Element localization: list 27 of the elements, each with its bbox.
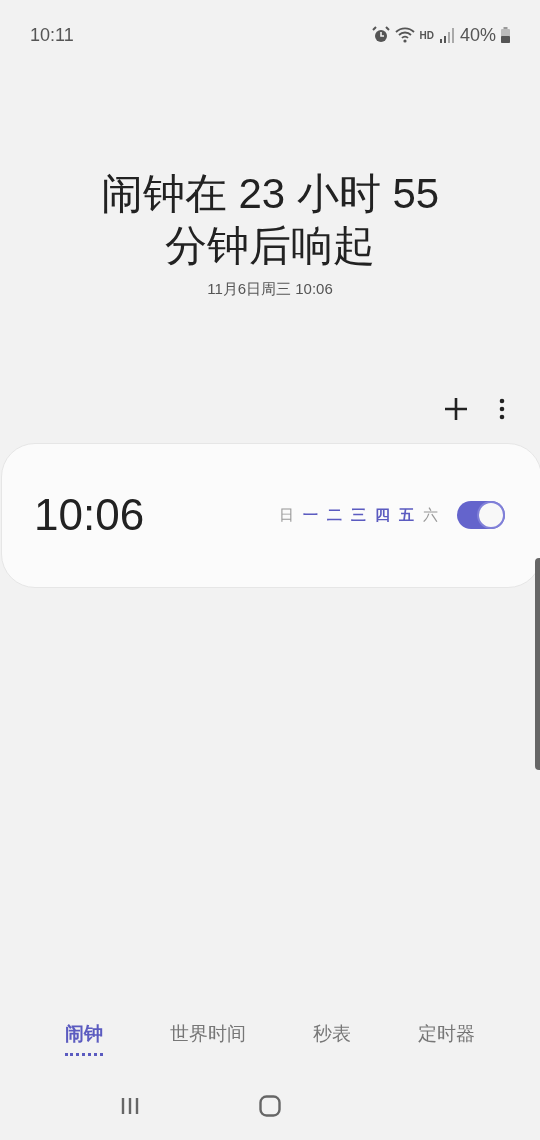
bottom-tab[interactable]: 闹钟 [65,1020,104,1056]
alarm-toggle[interactable] [457,501,505,529]
next-alarm-title: 闹钟在 23 小时 55 分钟后响起 [99,169,441,271]
plus-icon [444,396,468,421]
alarm-card[interactable]: 10:06 日 一 二 三 四 五 六 [1,442,540,588]
battery-percent: 40% [459,23,496,47]
weekday-label: 二 [327,504,342,525]
weekday-label: 五 [399,504,414,525]
home-icon[interactable] [259,1095,281,1117]
bottom-tab[interactable]: 秒表 [312,1020,351,1056]
status-time: 10:11 [30,23,74,47]
bottom-tab[interactable]: 定时器 [417,1020,475,1056]
network-label: HD [419,28,434,43]
recent-apps-icon[interactable] [119,1097,140,1115]
weekday-label: 一 [303,504,318,525]
weekday-label: 日 [279,504,294,525]
weekday-label: 六 [423,504,438,525]
more-icon [499,397,505,420]
bottom-tab[interactable]: 世界时间 [170,1020,247,1056]
weekday-label: 三 [351,504,366,525]
signal-icon [438,26,455,44]
weekday-label: 四 [375,504,390,525]
wifi-icon [394,27,415,43]
next-alarm-date: 11月6日周三 10:06 [207,279,333,299]
alarm-time: 10:06 [34,489,145,541]
battery-icon [501,27,510,43]
alarm-icon [371,26,390,44]
